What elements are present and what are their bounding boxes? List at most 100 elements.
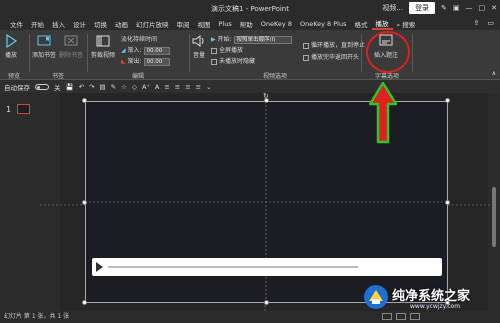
vertical-scrollbar[interactable] — [490, 95, 498, 309]
pen-icon[interactable]: ✎ — [441, 4, 447, 12]
fullscreen-checkbox[interactable]: 全屏播放 — [211, 45, 243, 54]
comment-icon[interactable]: ▭ — [487, 19, 494, 27]
start-row: ▶ 开始: 按照单击顺序(I) — [211, 34, 292, 44]
rewind-check[interactable] — [303, 54, 309, 61]
group-bookmarks: 添加书签 删除书签 书签 — [31, 32, 85, 80]
autosave-state: 关 — [54, 83, 61, 92]
autosave-label: 自动保存 — [4, 83, 30, 92]
tab-search[interactable]: ⌕ 搜索 — [393, 19, 420, 30]
group-label-editing: 编辑 — [131, 73, 144, 80]
reading-view-icon[interactable] — [410, 313, 420, 320]
fade-in-icon: ◢ — [121, 47, 126, 54]
tab-format[interactable]: 格式 — [351, 19, 372, 29]
minimize-button[interactable]: — — [466, 4, 473, 12]
slide-thumbnail[interactable] — [17, 104, 30, 114]
add-bookmark-button[interactable]: 添加书签 — [32, 34, 56, 59]
watermark-text: 纯净系统之家 — [392, 289, 471, 304]
status-bar: 幻灯片 第 1 张，共 1 张 — [0, 311, 500, 323]
normal-view-icon[interactable] — [382, 313, 392, 320]
ribbon-display-icon[interactable]: ▣ — [453, 4, 460, 12]
shapes-icon[interactable]: ◇ — [132, 83, 137, 91]
align-center-icon[interactable]: ≡ — [175, 83, 180, 91]
undo-icon[interactable]: ↶ — [79, 83, 84, 91]
slide-number: 1 — [6, 105, 12, 114]
start-dropdown[interactable]: 按照单击顺序(I) — [233, 35, 292, 44]
tab-onekey[interactable]: OneKey 8 — [257, 20, 296, 28]
align-left-icon[interactable]: ≡ — [164, 83, 169, 91]
tab-insert[interactable]: 插入 — [48, 19, 69, 29]
remove-bookmark-icon — [64, 35, 78, 46]
format-painter-icon[interactable]: ✎ — [111, 83, 116, 91]
resize-handle-tl[interactable] — [82, 98, 87, 103]
close-button[interactable]: ✕ — [491, 4, 497, 12]
fullscreen-check[interactable] — [211, 47, 217, 54]
loop-check[interactable] — [303, 42, 309, 49]
fade-out-input[interactable]: 00.00 — [143, 57, 170, 66]
rewind-checkbox[interactable]: 播放完毕返回开头 — [303, 52, 359, 61]
play-button[interactable]: 播放 — [4, 34, 18, 59]
customize-qat-icon[interactable]: ⌄ — [206, 83, 211, 91]
volume-button[interactable]: 音量 — [192, 34, 206, 59]
volume-icon — [192, 35, 204, 47]
save-icon[interactable]: 💾 — [66, 83, 74, 91]
share-icon[interactable]: ⇪ — [474, 19, 480, 27]
tab-transitions[interactable]: 切换 — [90, 19, 111, 29]
player-play-icon[interactable] — [96, 262, 103, 272]
login-button[interactable]: 登录 — [409, 2, 435, 14]
quick-access-toolbar: 自动保存 关 💾 ↶ ↷ ▤ ✎ ☆ ◇ A⁺ A ≡ ≡ ≡ ≡ ⌄ — [0, 80, 500, 93]
tab-playback[interactable]: 播放 — [371, 18, 393, 30]
group-preview: 播放 预览 — [2, 32, 26, 80]
group-label-bookmarks: 书签 — [51, 73, 64, 80]
player-timeline[interactable] — [108, 266, 358, 268]
resize-handle-r[interactable] — [445, 200, 450, 205]
tab-review[interactable]: 审阅 — [173, 19, 194, 29]
group-editing: 剪裁视频 淡化持续时间 ◢ 渐入: 00.00 ◣ 渐出: 00.00 编辑 — [89, 32, 187, 80]
from-beginning-icon[interactable]: ▤ — [100, 83, 106, 91]
collapse-ribbon-icon[interactable]: ∧ — [492, 70, 496, 77]
autosave-toggle[interactable] — [35, 83, 49, 90]
resize-handle-bl[interactable] — [82, 300, 87, 305]
remove-bookmark-button[interactable]: 删除书签 — [59, 34, 83, 59]
slide-count: 幻灯片 第 1 张，共 1 张 — [4, 313, 70, 320]
align-right-icon[interactable]: ≡ — [185, 83, 190, 91]
sorter-view-icon[interactable] — [396, 313, 406, 320]
trim-video-button[interactable]: 剪裁视频 — [91, 34, 115, 59]
justify-icon[interactable]: ≡ — [196, 83, 201, 91]
resize-handle-tr[interactable] — [445, 98, 450, 103]
play-icon — [6, 34, 18, 48]
group-label-preview: 预览 — [7, 73, 20, 80]
video-player-bar — [92, 258, 442, 276]
fade-out-row: ◣ 渐出: 00.00 — [121, 56, 170, 66]
ribbon: 播放 预览 添加书签 删除书签 书签 剪裁视频 淡化持续时间 ◢ 渐入: 00.… — [0, 30, 500, 80]
tab-file[interactable]: 文件 — [6, 19, 27, 29]
tab-view[interactable]: 视图 — [194, 19, 215, 29]
font-color-icon[interactable]: A — [155, 83, 159, 91]
resize-handle-b[interactable] — [264, 300, 269, 305]
tab-help[interactable]: 帮助 — [236, 19, 257, 29]
tab-design[interactable]: 设计 — [69, 19, 90, 29]
loop-checkbox[interactable]: 循环播放，直到停止 — [303, 40, 365, 49]
add-bookmark-icon — [37, 35, 51, 46]
tab-animations[interactable]: 动画 — [111, 19, 132, 29]
scrollbar-thumb[interactable] — [492, 187, 496, 247]
redo-icon[interactable]: ↷ — [89, 83, 94, 91]
trim-video-icon — [96, 35, 110, 47]
fade-duration-label: 淡化持续时间 — [121, 36, 158, 43]
tab-home[interactable]: 开始 — [27, 19, 48, 29]
video-button[interactable]: 视频... — [382, 3, 403, 13]
star-icon[interactable]: ☆ — [121, 83, 127, 91]
tab-slideshow[interactable]: 幻灯片放映 — [132, 19, 173, 29]
rotate-handle-icon[interactable]: ↻ — [263, 92, 269, 100]
resize-handle-l[interactable] — [82, 200, 87, 205]
tab-onekey-plus[interactable]: OneKey 8 Plus — [296, 20, 351, 28]
fade-in-row: ◢ 渐入: 00.00 — [121, 45, 170, 55]
group-video-options: 音量 ▶ 开始: 按照单击顺序(I) 全屏播放 未播放时隐藏 循环播放，直到停止… — [191, 32, 365, 80]
watermark-url: www.ycwjzy.com — [410, 303, 461, 310]
hide-checkbox[interactable]: 未播放时隐藏 — [211, 56, 255, 65]
font-size-icon[interactable]: A⁺ — [142, 83, 150, 91]
fade-in-input[interactable]: 00.00 — [143, 46, 170, 55]
annotation-arrow-icon — [369, 82, 397, 144]
restore-button[interactable]: □ — [479, 4, 486, 12]
tab-plus[interactable]: Plus — [215, 20, 236, 28]
hide-check[interactable] — [211, 58, 217, 65]
